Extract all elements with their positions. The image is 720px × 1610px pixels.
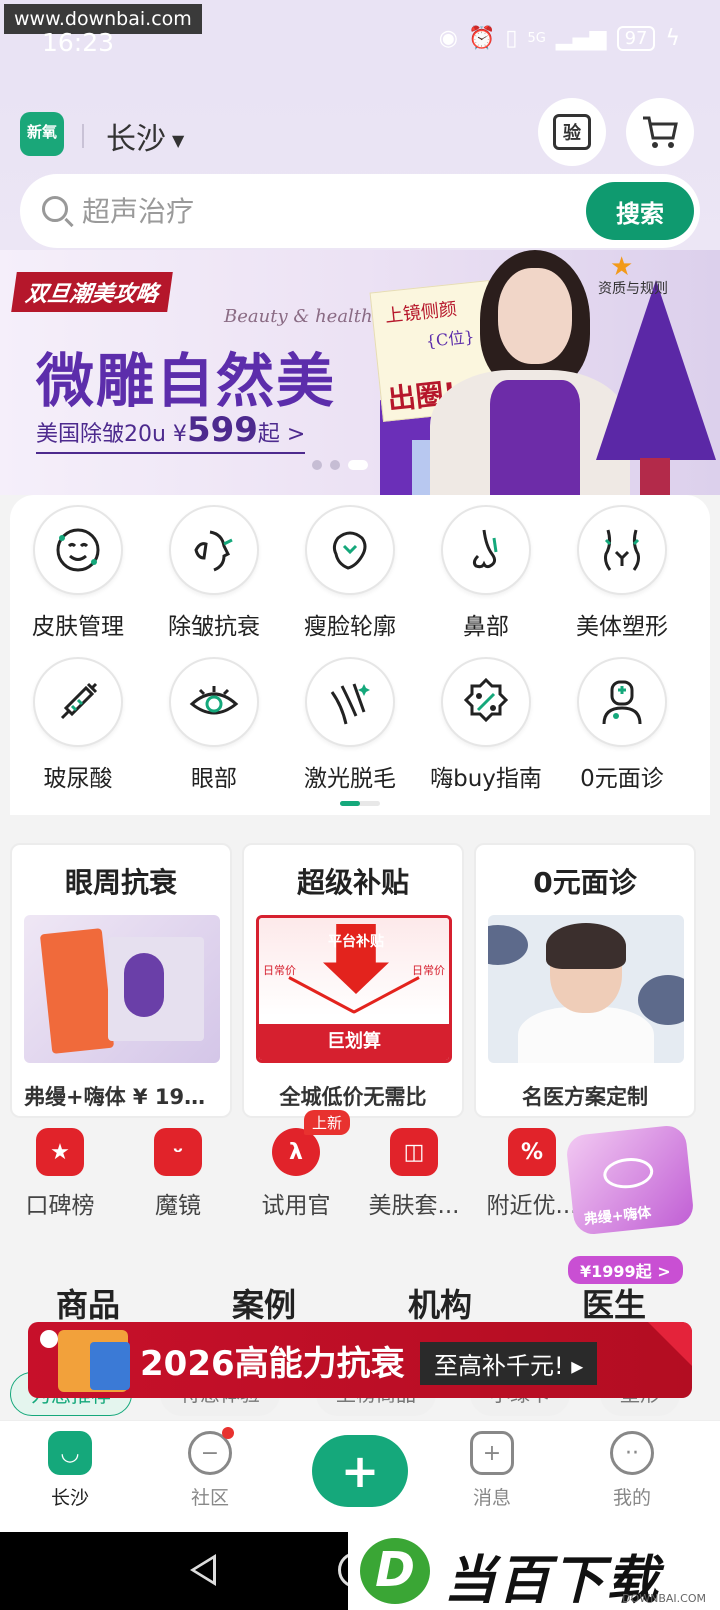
trophy-icon: ★ xyxy=(36,1128,84,1176)
status-time: 16:23 xyxy=(42,28,115,57)
category-free-consult[interactable]: 0元面诊 xyxy=(554,657,690,793)
battery-indicator: 97 xyxy=(616,26,656,51)
post-plus-button[interactable]: + xyxy=(312,1435,408,1507)
subsidy-image: 日常价 日常价 平台补贴 巨划算 xyxy=(256,915,452,1063)
mirror-face-icon: ᵕ xyxy=(154,1128,202,1176)
category-hyaluronic[interactable]: 玻尿酸 xyxy=(10,657,146,793)
promo-cards: 眼周抗衰 弗缦+嗨体 ¥ 199... 超级补贴 日常价 日常价 平台补贴 巨划… xyxy=(10,843,710,1118)
alarm-icon: ⏰ xyxy=(467,26,496,51)
message-icon: + xyxy=(470,1431,514,1475)
product-image xyxy=(24,915,220,1063)
category-face-contour[interactable]: 瘦脸轮廓 xyxy=(282,505,418,641)
scan-icon: 验 xyxy=(553,114,591,150)
tab-doctors[interactable]: 医生 xyxy=(582,1280,646,1326)
banner-english: Beauty & health xyxy=(224,306,373,327)
category-anti-aging[interactable]: 除皱抗衰 xyxy=(146,505,282,641)
promo-card-free-consult[interactable]: 0元面诊 名医方案定制 xyxy=(474,843,696,1118)
nav-profile[interactable]: ·· 我的 xyxy=(582,1431,682,1510)
plus-icon: + xyxy=(340,1444,380,1498)
network-label: 5G xyxy=(527,31,546,46)
bottom-nav: ◡ 长沙 − 社区 + + 消息 ·· 我的 xyxy=(0,1420,720,1532)
category-eye[interactable]: 眼部 xyxy=(146,657,282,793)
eye-icon xyxy=(189,686,239,715)
eye-icon: ◉ xyxy=(438,26,458,51)
doctor-photo xyxy=(488,915,684,1063)
close-icon[interactable] xyxy=(40,1330,58,1348)
nav-messages[interactable]: + 消息 xyxy=(442,1431,542,1510)
ad-cta[interactable]: 至高补千元! ▸ xyxy=(420,1342,598,1385)
eye-icon xyxy=(601,1155,655,1191)
charging-icon: ϟ xyxy=(665,26,680,51)
category-nose[interactable]: 鼻部 xyxy=(418,505,554,641)
face-contour-icon xyxy=(332,531,367,570)
cart-button[interactable] xyxy=(626,98,694,166)
carousel-indicator xyxy=(312,460,368,470)
search-input[interactable] xyxy=(82,190,562,232)
scroll-indicator xyxy=(340,801,380,806)
skin-kit-icon: ◫ xyxy=(390,1128,438,1176)
body-icon xyxy=(604,529,640,571)
nav-home[interactable]: ◡ 长沙 xyxy=(20,1431,120,1510)
banner-tag: 双旦潮美攻略 xyxy=(11,272,173,312)
tab-products[interactable]: 商品 xyxy=(56,1280,120,1326)
laser-icon xyxy=(330,683,370,725)
christmas-tree-illustration xyxy=(596,280,716,460)
banner-subtitle: 美国除皱20u ¥599起 > xyxy=(36,410,306,454)
quick-link-magic-mirror[interactable]: ᵕ 魔镜 xyxy=(118,1120,238,1220)
tab-cases[interactable]: 案例 xyxy=(232,1280,296,1326)
notification-dot xyxy=(222,1427,234,1439)
syringe-icon xyxy=(60,682,98,720)
face-profile-icon xyxy=(194,530,233,572)
new-badge: 上新 xyxy=(304,1110,351,1135)
banner-title: 微雕自然美 xyxy=(36,347,337,415)
trial-icon: λ xyxy=(272,1128,320,1176)
verify-scan-button[interactable]: 验 xyxy=(538,98,606,166)
caret-down-icon: ▼ xyxy=(172,131,185,150)
tab-institutions[interactable]: 机构 xyxy=(408,1280,472,1326)
watermark-logo: D xyxy=(360,1538,430,1604)
cart-icon xyxy=(643,116,678,148)
promo-card-super-subsidy[interactable]: 超级补贴 日常价 日常价 平台补贴 巨划算 全城低价无需比 xyxy=(242,843,464,1118)
quick-link-trial[interactable]: 上新 λ 试用官 xyxy=(236,1110,356,1220)
vibrate-icon: ▯ xyxy=(505,26,518,51)
nearby-discount-icon: % xyxy=(508,1128,556,1176)
signal-icon: ▂▄▆ xyxy=(555,26,607,51)
qualification-link[interactable]: 资质与规则 xyxy=(598,278,668,298)
promo-banner[interactable]: 双旦潮美攻略 Beauty & health 微雕自然美 美国除皱20u ¥59… xyxy=(0,250,720,495)
home-bag-icon: ◡ xyxy=(48,1431,92,1475)
quick-link-skin-kit[interactable]: ◫ 美肤套... xyxy=(354,1120,474,1220)
quick-link-reputation[interactable]: ★ 口碑榜 xyxy=(0,1120,120,1220)
city-label: 长沙 xyxy=(106,122,166,157)
nose-icon xyxy=(472,529,498,569)
promo-card-eye-anti-aging[interactable]: 眼周抗衰 弗缦+嗨体 ¥ 199... xyxy=(10,843,232,1118)
status-icons: ◉ ⏰ ▯ 5G ▂▄▆ 97 ϟ xyxy=(439,26,680,51)
app-logo: 新氧 xyxy=(20,112,64,156)
nav-community[interactable]: − 社区 xyxy=(160,1427,260,1510)
doctor-icon xyxy=(602,680,642,725)
search-icon xyxy=(42,196,68,222)
category-buy-guide[interactable]: 嗨buy指南 xyxy=(418,657,554,793)
divider xyxy=(82,124,84,148)
city-selector[interactable]: 长沙 ▼ xyxy=(106,114,184,158)
back-icon[interactable] xyxy=(190,1554,216,1586)
category-laser-hair-removal[interactable]: 激光脱毛 xyxy=(282,657,418,793)
app-header: 新氧 长沙 ▼ 验 搜索 xyxy=(0,90,720,250)
floating-promo[interactable]: 弗缦+嗨体 xyxy=(565,1124,695,1236)
watermark-bottom: D 当百下载 DOWNBAI.COM xyxy=(348,1532,720,1610)
status-bar: www.downbai.com 16:23 ◉ ⏰ ▯ 5G ▂▄▆ 97 ϟ xyxy=(0,0,720,90)
category-body[interactable]: 美体塑形 xyxy=(554,505,690,641)
search-button[interactable]: 搜索 xyxy=(586,182,694,240)
search-bar: 搜索 xyxy=(20,174,700,248)
profile-icon: ·· xyxy=(610,1431,654,1475)
discount-badge-icon xyxy=(463,677,509,723)
category-skin-care[interactable]: 皮肤管理 xyxy=(10,505,146,641)
ad-banner[interactable]: 2026高能力抗衰 至高补千元! ▸ xyxy=(28,1322,692,1398)
category-grid: 皮肤管理 除皱抗衰 瘦脸轮廓 鼻部 美体塑形 玻尿酸 眼部 激光脱毛 嗨buy指… xyxy=(10,495,710,815)
face-smile-icon xyxy=(56,528,100,572)
